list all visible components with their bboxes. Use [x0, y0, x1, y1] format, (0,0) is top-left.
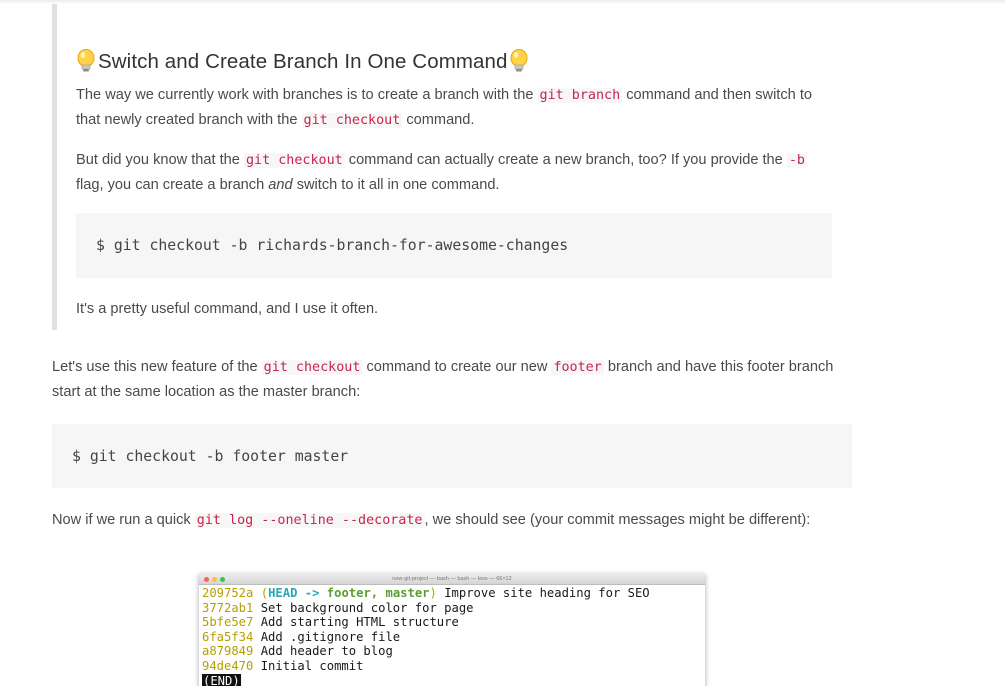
terminal-screenshot: new-git-project — bash — bash — less — 6… — [199, 574, 705, 686]
log-line: 5bfe5e7 Add starting HTML structure — [202, 615, 459, 630]
callout-paragraph-1: The way we currently work with branches … — [76, 87, 812, 128]
log-line: a879849 Add header to blog — [202, 644, 393, 659]
terminal-title-bar: new-git-project — bash — bash — less — 6… — [199, 574, 705, 585]
inline-code: footer — [551, 360, 604, 375]
log-line: (END) — [202, 673, 705, 686]
lightbulb-icon — [76, 49, 98, 75]
code-block: $ git checkout -b footer master — [52, 424, 852, 488]
log-line: 209752a (HEAD -> footer, master) Improve… — [202, 586, 650, 600]
inline-code: git checkout — [243, 153, 345, 168]
callout-title: Switch and Create Branch In One Command — [76, 49, 530, 75]
body-paragraph-1: Let's use this new feature of the git ch… — [52, 359, 834, 400]
inline-code: git checkout — [261, 360, 363, 375]
terminal-title: new-git-project — bash — bash — less — 6… — [392, 576, 512, 582]
inline-code: git branch — [537, 88, 623, 103]
log-line: 94de470 Initial commit — [202, 658, 364, 673]
callout-paragraph-2: But did you know that the git checkout c… — [76, 152, 807, 193]
callout-paragraph-3: It's a pretty useful command, and I use … — [76, 301, 379, 317]
lightbulb-icon — [508, 49, 530, 75]
body-paragraph-2: Now if we run a quick git log --oneline … — [52, 512, 811, 528]
inline-code: git log --oneline --decorate — [194, 513, 425, 528]
log-line: 3772ab1 Set background color for page — [202, 600, 474, 615]
code-block: $ git checkout -b richards-branch-for-aw… — [76, 213, 832, 278]
inline-code: -b — [786, 153, 807, 168]
inline-code: git checkout — [301, 113, 403, 128]
terminal-output: 209752a (HEAD -> footer, master) Improve… — [199, 585, 705, 686]
log-line: 6fa5f34 Add .gitignore file — [202, 629, 401, 644]
tip-callout: Switch and Create Branch In One Command … — [52, 4, 842, 330]
end-marker: (END) — [202, 673, 241, 686]
